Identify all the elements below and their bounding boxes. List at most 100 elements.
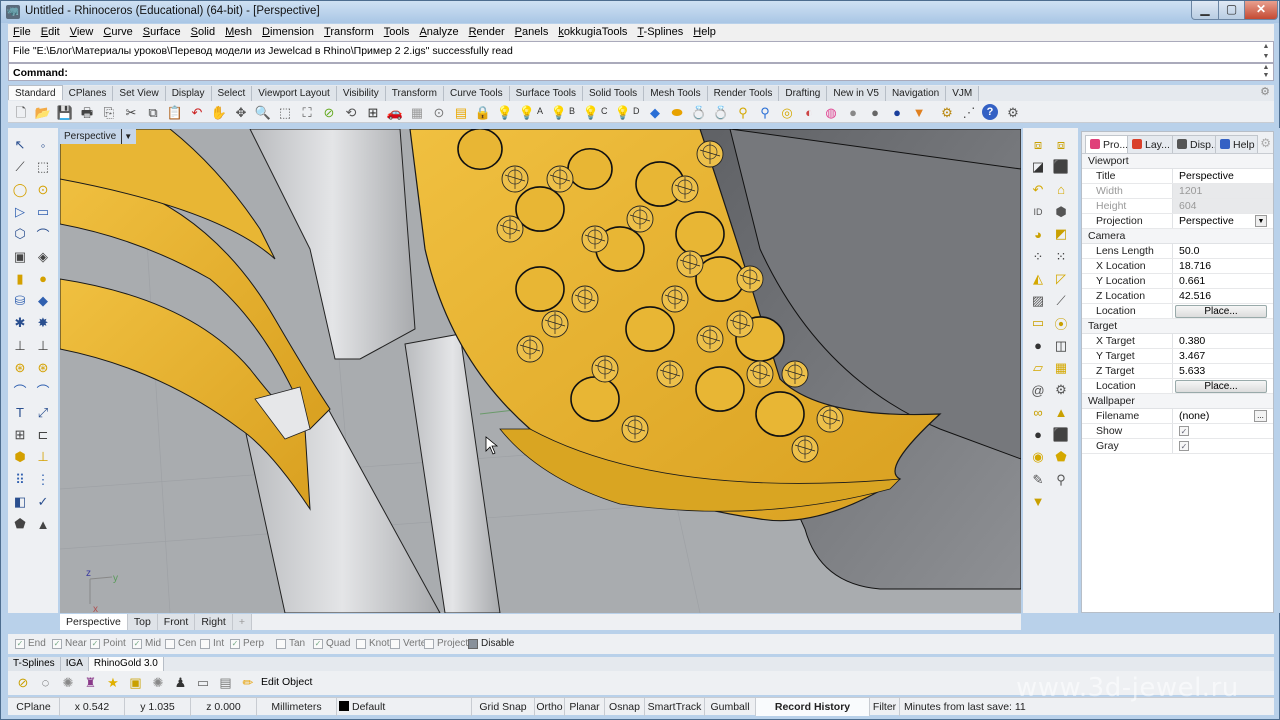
- osnap-cen[interactable]: Cen: [165, 638, 196, 649]
- render-solid-icon[interactable]: ⬟: [11, 515, 29, 533]
- explode-icon[interactable]: ✸: [34, 314, 52, 332]
- toggle-gumball[interactable]: Gumball: [705, 698, 756, 716]
- osnap-checkbox[interactable]: [390, 638, 400, 649]
- chevron-down-icon[interactable]: ▼: [1255, 215, 1267, 227]
- prop-value-location[interactable]: Place...: [1172, 304, 1273, 318]
- panel-tab-help[interactable]: Help: [1215, 135, 1258, 153]
- trim-icon[interactable]: ⊥: [11, 337, 29, 355]
- menu-transform[interactable]: Transform: [319, 24, 379, 41]
- black-sphere-icon[interactable]: ●: [1029, 337, 1047, 355]
- osnap-int[interactable]: Int: [200, 638, 224, 649]
- panel-tab-lay[interactable]: Lay...: [1127, 135, 1173, 153]
- viewport-tab-perspective[interactable]: Perspective: [60, 614, 128, 630]
- osnap-near[interactable]: Near: [52, 638, 87, 649]
- star-icon[interactable]: ★: [104, 673, 122, 691]
- layout2-icon[interactable]: ⧈: [1052, 136, 1070, 154]
- plugin-tab-t-splines[interactable]: T-Splines: [8, 657, 61, 671]
- prop-value-location[interactable]: Place...: [1172, 379, 1273, 393]
- panel-gear-icon[interactable]: ⚙: [1260, 136, 1271, 150]
- prop-value-filename[interactable]: (none)...: [1172, 409, 1273, 423]
- grid-icon[interactable]: ▦: [408, 103, 426, 121]
- menu-edit[interactable]: Edit: [36, 24, 65, 41]
- mixed-shapes-icon[interactable]: ⬟: [1052, 448, 1070, 466]
- cluster-icon[interactable]: ⁘: [1029, 248, 1047, 266]
- grid-panel-icon[interactable]: ▦: [1052, 359, 1070, 377]
- render-icon[interactable]: ◐: [800, 103, 818, 121]
- menu-curve[interactable]: Curve: [98, 24, 137, 41]
- osnap-checkbox[interactable]: [356, 638, 366, 649]
- dimension-icon[interactable]: ⊥: [34, 448, 52, 466]
- toolbar-gear-icon[interactable]: ⚙: [1260, 85, 1270, 98]
- place-button[interactable]: Place...: [1175, 380, 1267, 393]
- pyramid-icon[interactable]: ▲: [34, 515, 52, 533]
- panel-tab-pro[interactable]: Pro...: [1085, 135, 1132, 153]
- cone-icon[interactable]: ▼: [910, 103, 928, 121]
- history-scroll-down[interactable]: ▼: [1261, 53, 1271, 60]
- group-icon[interactable]: ⊛: [11, 359, 29, 377]
- text-ring-icon[interactable]: ▣: [127, 673, 145, 691]
- spiral-icon[interactable]: @: [1029, 381, 1047, 399]
- sphere-gray-icon[interactable]: ●: [844, 103, 862, 121]
- toolbar-tab-standard[interactable]: Standard: [8, 85, 63, 100]
- toolbar-tab-display[interactable]: Display: [165, 86, 212, 101]
- boolean-union-icon[interactable]: ✱: [11, 314, 29, 332]
- surface-edge-icon[interactable]: ◈: [34, 248, 52, 266]
- menu-solid[interactable]: Solid: [186, 24, 220, 41]
- osnap-point[interactable]: Point: [90, 638, 126, 649]
- menu-dimension[interactable]: Dimension: [257, 24, 319, 41]
- osnap-end[interactable]: End: [15, 638, 46, 649]
- toolbar-options-icon[interactable]: ⚙: [1004, 103, 1022, 121]
- cage-icon[interactable]: ⬢: [11, 448, 29, 466]
- osnap-quad[interactable]: Quad: [313, 638, 350, 649]
- fillet-icon[interactable]: ⌒: [11, 381, 29, 399]
- osnap-icon[interactable]: ⊙: [430, 103, 448, 121]
- close-button[interactable]: ✕: [1244, 1, 1278, 20]
- menu-kokkugiatools[interactable]: kokkugiaTools: [553, 24, 632, 41]
- plugin-tab-rhinogold-3-0[interactable]: RhinoGold 3.0: [88, 657, 164, 671]
- prop-value-z-location[interactable]: 42.516: [1172, 289, 1273, 303]
- disable-checkbox[interactable]: [468, 638, 478, 649]
- polyline-icon[interactable]: ⟋: [11, 158, 29, 176]
- toolbar-tab-cplanes[interactable]: CPlanes: [62, 86, 114, 101]
- light-b-icon[interactable]: 💡: [550, 103, 568, 121]
- sphere-blue-icon[interactable]: ●: [888, 103, 906, 121]
- viewport-title[interactable]: Perspective ▼: [60, 129, 137, 144]
- history-icon[interactable]: ⋮: [34, 471, 52, 489]
- prop-value-title[interactable]: Perspective: [1172, 169, 1273, 183]
- menu-view[interactable]: View: [65, 24, 99, 41]
- rotate-back-icon[interactable]: ↶: [1029, 181, 1047, 199]
- select-icon[interactable]: ↖: [11, 136, 29, 154]
- toggle-planar[interactable]: Planar: [565, 698, 605, 716]
- solid-box-icon[interactable]: ▮: [11, 270, 29, 288]
- toggle-filter[interactable]: Filter: [870, 698, 900, 716]
- solid-sphere-icon[interactable]: ●: [34, 270, 52, 288]
- analyze-icon[interactable]: ◧: [11, 493, 29, 511]
- toggle-grid-snap[interactable]: Grid Snap: [472, 698, 535, 716]
- prop-value-gray[interactable]: ✓: [1172, 439, 1273, 453]
- cube-icon[interactable]: ⬛: [1052, 426, 1070, 444]
- tag-icon[interactable]: ⌂: [1052, 181, 1070, 199]
- menu-panels[interactable]: Panels: [510, 24, 554, 41]
- osnap-checkbox[interactable]: [132, 638, 142, 649]
- viewport-tab-front[interactable]: Front: [157, 614, 196, 630]
- menu-t-splines[interactable]: T-Splines: [632, 24, 688, 41]
- open-icon[interactable]: 📂: [34, 103, 52, 121]
- toolbar-tab-visibility[interactable]: Visibility: [336, 86, 386, 101]
- layout-icon[interactable]: ⧈: [1029, 136, 1047, 154]
- rectangle-icon[interactable]: ▭: [34, 203, 52, 221]
- new-icon[interactable]: 🗋: [12, 103, 30, 121]
- maximize-button[interactable]: ▢: [1218, 1, 1245, 20]
- box3d-icon[interactable]: ⬢: [1052, 203, 1070, 221]
- color-wheel-icon[interactable]: ◍: [822, 103, 840, 121]
- folder-icon[interactable]: ▭: [1029, 314, 1047, 332]
- paste-icon[interactable]: 📋: [166, 103, 184, 121]
- compass-icon[interactable]: ⊘: [14, 673, 32, 691]
- cut-icon[interactable]: ✂: [122, 103, 140, 121]
- osnap-project[interactable]: Project: [424, 638, 468, 649]
- align-icon[interactable]: ⊏: [34, 426, 52, 444]
- toggle-smarttrack[interactable]: SmartTrack: [645, 698, 705, 716]
- lock-icon[interactable]: 🔒: [474, 103, 492, 121]
- id-icon[interactable]: ID: [1029, 203, 1047, 221]
- browse-button[interactable]: ...: [1254, 410, 1267, 422]
- osnap-checkbox[interactable]: [313, 638, 323, 649]
